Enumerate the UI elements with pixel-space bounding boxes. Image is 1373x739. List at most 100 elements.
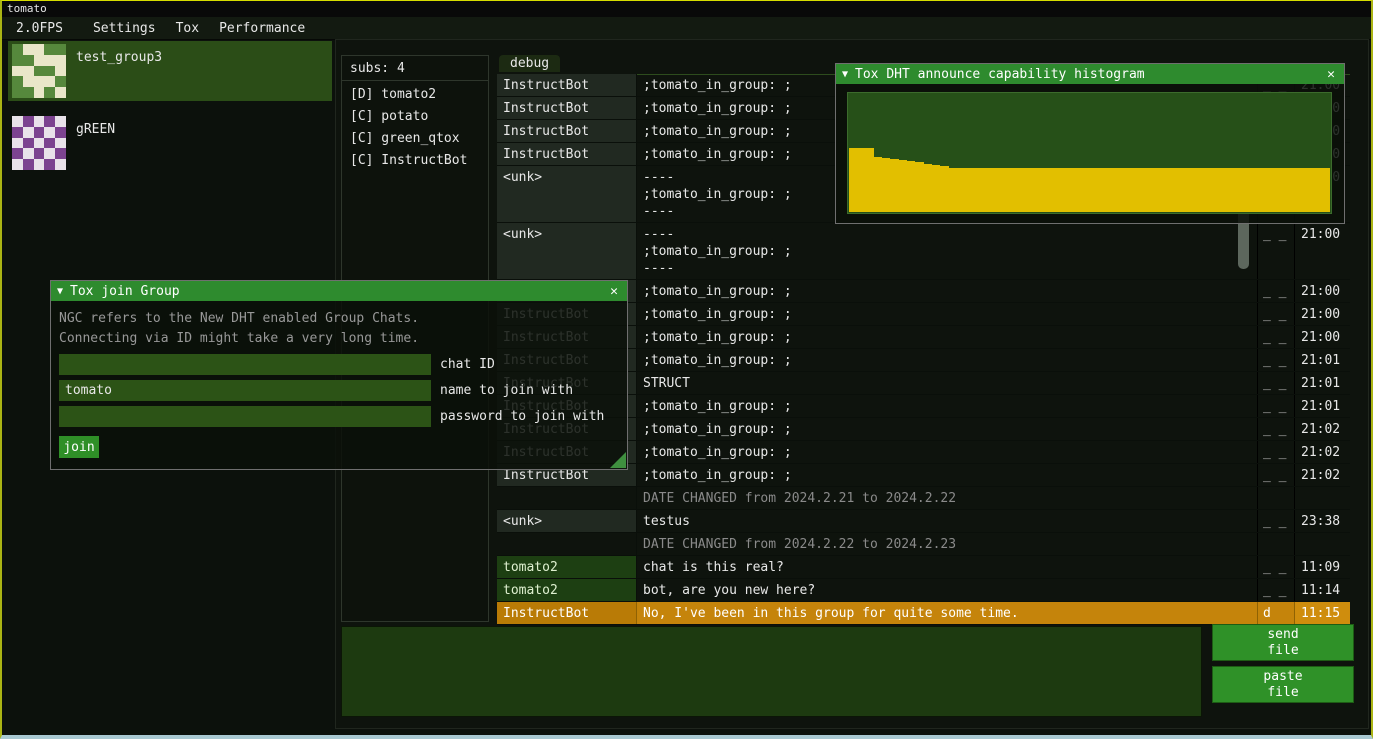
member-item[interactable]: [C] InstructBot [342,150,488,172]
message-status: _ _ [1257,303,1294,325]
avatar-pixel [34,55,45,66]
join-field-row: password to join with [59,406,619,427]
avatar-pixel [12,116,23,127]
histogram-bar [915,162,923,212]
avatar-pixel [12,55,23,66]
message-status: _ _ [1257,441,1294,463]
input-password-to-join-with[interactable] [59,406,431,427]
avatar-pixel [23,44,34,55]
histogram-bar [1314,168,1322,212]
join-field-row: tomatoname to join with [59,380,619,401]
member-item[interactable]: [C] potato [342,106,488,128]
close-icon[interactable]: ✕ [607,284,621,299]
avatar-pixel [12,76,23,87]
paste-file-button[interactable]: paste file [1212,666,1354,703]
message-status [1257,487,1294,509]
message-status: _ _ [1257,556,1294,578]
histogram-bar [857,148,865,212]
input-chat-ID[interactable] [59,354,431,375]
join-group-title: Tox join Group [70,284,180,299]
message-author: <unk> [497,223,637,279]
message-time: 21:00 [1294,326,1350,348]
histogram-bar [1289,168,1297,212]
message-status: _ _ [1257,418,1294,440]
menu-item-tox[interactable]: Tox [166,21,209,36]
chat-message-row[interactable]: tomato2bot, are you new here?_ _11:14 [497,579,1350,602]
message-input[interactable] [341,626,1202,717]
message-time: 23:38 [1294,510,1350,532]
histogram-bar [1023,168,1031,212]
dht-histogram-titlebar[interactable]: ▼ Tox DHT announce capability histogram … [836,64,1344,84]
window-titlebar: tomato [2,1,1371,17]
chat-message-row[interactable]: InstructBotNo, I've been in this group f… [497,602,1350,625]
join-button[interactable]: join [59,436,99,458]
histogram-bar [1231,168,1239,212]
group-item-test_group3[interactable]: test_group3 [8,41,332,101]
histogram-bar [957,168,965,212]
avatar-pixel [23,159,34,170]
group-item-gREEN[interactable]: gREEN [8,113,332,173]
app-window: tomato 2.0FPS SettingsToxPerformance tes… [0,0,1373,739]
avatar-pixel [34,159,45,170]
chat-message-row[interactable]: <unk>---- ;tomato_in_group: ; ----_ _21:… [497,223,1350,280]
message-status [1257,533,1294,555]
avatar-pixel [12,148,23,159]
histogram-bar [1090,168,1098,212]
histogram-bar [1148,168,1156,212]
histogram-bar [1007,168,1015,212]
window-title: tomato [7,2,47,15]
histogram-bar [1073,168,1081,212]
avatar-pixel [44,138,55,149]
message-text: ;tomato_in_group: ; [637,349,1257,371]
chat-message-row[interactable]: tomato2chat is this real?_ _11:09 [497,556,1350,579]
avatar-pixel [44,159,55,170]
histogram-bar [1065,168,1073,212]
collapse-arrow-icon[interactable]: ▼ [842,69,848,80]
histogram-bar [1139,168,1147,212]
message-author: InstructBot [497,602,637,624]
message-time: 21:02 [1294,464,1350,486]
histogram-bar [1280,168,1288,212]
message-text: ;tomato_in_group: ; [637,395,1257,417]
histogram-bar [1214,168,1222,212]
close-icon[interactable]: ✕ [1324,67,1338,82]
message-time: 21:01 [1294,395,1350,417]
message-status: _ _ [1257,579,1294,601]
field-label: password to join with [440,409,604,424]
menu-item-settings[interactable]: Settings [83,21,166,36]
avatar-pixel [34,127,45,138]
collapse-arrow-icon[interactable]: ▼ [57,286,63,297]
histogram-bar [1322,168,1330,212]
send-file-button[interactable]: send file [1212,624,1354,661]
histogram-bar [1156,168,1164,212]
input-name-to-join-with[interactable]: tomato [59,380,431,401]
avatar-pixel [23,87,34,98]
histogram-bar [924,164,932,212]
avatar-pixel [23,76,34,87]
tab-debug[interactable]: debug [499,55,560,72]
group-avatar-icon [12,116,66,170]
members-list: [D] tomato2[C] potato[C] green_qtox[C] I… [342,81,488,172]
avatar-pixel [23,148,34,159]
paste-file-label-line1: paste [1263,669,1302,685]
message-status: _ _ [1257,372,1294,394]
member-item[interactable]: [C] green_qtox [342,128,488,150]
histogram-bar [1181,168,1189,212]
message-time: 21:01 [1294,372,1350,394]
menu-item-performance[interactable]: Performance [209,21,315,36]
message-author: <unk> [497,166,637,222]
histogram-bar [907,161,915,212]
resize-grip-icon[interactable] [610,452,626,468]
subs-count: subs: 4 [342,56,488,81]
message-time: 11:15 [1294,602,1350,624]
message-text: ---- ;tomato_in_group: ; ---- [637,223,1257,279]
histogram-bar [1115,168,1123,212]
member-item[interactable]: [D] tomato2 [342,84,488,106]
date-changed-text: DATE CHANGED from 2024.2.22 to 2024.2.23 [637,533,1257,555]
join-group-titlebar[interactable]: ▼ Tox join Group ✕ [51,281,627,301]
message-status: _ _ [1257,280,1294,302]
chat-message-row[interactable]: <unk>testus_ _23:38 [497,510,1350,533]
histogram-bar [1081,168,1089,212]
avatar-pixel [34,148,45,159]
message-time: 11:09 [1294,556,1350,578]
